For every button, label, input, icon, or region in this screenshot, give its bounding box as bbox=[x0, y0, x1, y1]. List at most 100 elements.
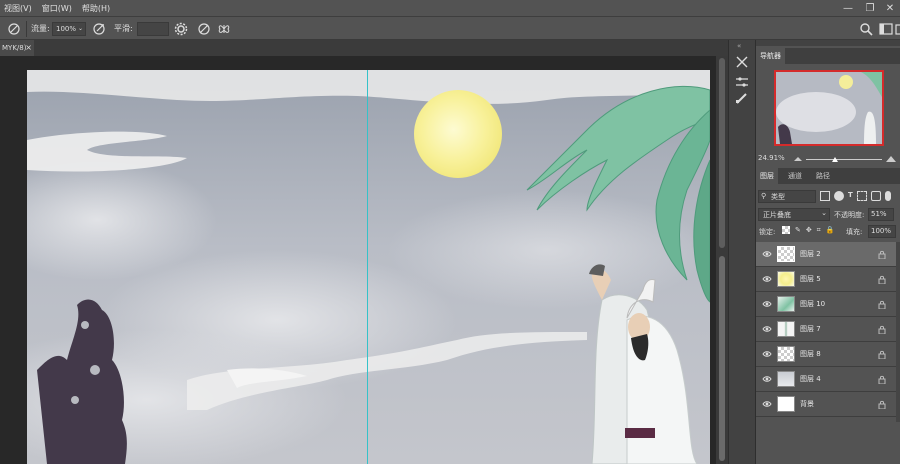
type-filter-icon[interactable]: T bbox=[848, 191, 853, 201]
layer-name[interactable]: 图层 5 bbox=[800, 267, 821, 292]
zoom-value[interactable]: 24.91% bbox=[758, 154, 785, 162]
layer-name[interactable]: 背景 bbox=[800, 392, 814, 417]
visibility-eye-icon[interactable] bbox=[762, 274, 772, 284]
brush-settings-icon[interactable] bbox=[734, 90, 750, 106]
share-icon[interactable] bbox=[894, 21, 900, 37]
airbrush-icon[interactable] bbox=[91, 21, 107, 37]
blend-mode-value: 正片叠底 bbox=[763, 211, 791, 219]
brush-pressure-icon[interactable] bbox=[6, 21, 22, 37]
navigator-tool-icon[interactable] bbox=[734, 54, 750, 70]
layer-row[interactable]: 图层 8 bbox=[756, 342, 896, 367]
search-icon[interactable] bbox=[858, 21, 874, 37]
lock-all-icon[interactable]: 🔒 bbox=[826, 226, 835, 235]
layer-thumbnail[interactable] bbox=[777, 346, 795, 362]
layers-scrollbar[interactable] bbox=[896, 242, 900, 422]
layers-header: 图层 通道 路径 bbox=[756, 168, 900, 184]
fill-input[interactable]: 100% bbox=[868, 225, 896, 238]
layer-row[interactable]: 图层 2 bbox=[756, 242, 896, 267]
smart-object-filter-icon[interactable] bbox=[870, 191, 881, 201]
layer-filter-value: 类型 bbox=[771, 193, 785, 201]
smooth-input[interactable] bbox=[137, 22, 169, 36]
layer-thumbnail[interactable] bbox=[777, 296, 795, 312]
filter-toggle-icon[interactable] bbox=[884, 191, 891, 201]
divider bbox=[26, 21, 27, 37]
blend-mode-select[interactable]: 正片叠底 ⌄ bbox=[758, 208, 830, 221]
opacity-input[interactable]: 51% bbox=[868, 208, 894, 221]
menu-view[interactable]: 视图(V) bbox=[4, 3, 32, 14]
visibility-eye-icon[interactable] bbox=[762, 374, 772, 384]
tab-channels[interactable]: 通道 bbox=[784, 168, 806, 184]
adjustment-filter-icon[interactable] bbox=[834, 191, 844, 201]
layers-list: 图层 2 图层 5 图层 10 图层 7 图层 8 图层 4 背景 bbox=[756, 242, 896, 422]
panel-grip bbox=[756, 40, 900, 46]
lock-icon bbox=[878, 375, 886, 384]
collapse-icon[interactable]: « bbox=[737, 42, 741, 50]
lock-icon bbox=[878, 400, 886, 409]
guide-line[interactable] bbox=[367, 70, 368, 464]
layer-thumbnail[interactable] bbox=[777, 271, 795, 287]
chevron-down-icon: ⌄ bbox=[821, 209, 827, 217]
gear-icon[interactable] bbox=[173, 21, 189, 37]
minimize-button[interactable]: — bbox=[836, 0, 860, 16]
tab-paths[interactable]: 路径 bbox=[812, 168, 834, 184]
scroll-track-upper[interactable] bbox=[719, 58, 725, 248]
layer-row[interactable]: 图层 4 bbox=[756, 367, 896, 392]
visibility-eye-icon[interactable] bbox=[762, 324, 772, 334]
layer-name[interactable]: 图层 4 bbox=[800, 367, 821, 392]
layer-row[interactable]: 图层 5 bbox=[756, 267, 896, 292]
visibility-eye-icon[interactable] bbox=[762, 249, 772, 259]
layer-thumbnail[interactable] bbox=[777, 396, 795, 412]
right-panel: 导航器 24.91% 图层 通道 路径 ⚲ 类型 T 正片叠底 ⌄ 不透明度: … bbox=[755, 40, 900, 464]
shape-filter-icon[interactable] bbox=[856, 191, 867, 201]
tab-layers[interactable]: 图层 bbox=[756, 168, 778, 184]
navigator-thumbnail[interactable] bbox=[774, 70, 884, 146]
symmetry-butterfly-icon[interactable] bbox=[216, 21, 232, 37]
visibility-eye-icon[interactable] bbox=[762, 299, 772, 309]
layer-name[interactable]: 图层 7 bbox=[800, 317, 821, 342]
close-tab-icon[interactable]: × bbox=[25, 40, 32, 56]
document-tab-label: MYK/8) bbox=[2, 44, 27, 52]
document-tab[interactable]: MYK/8) × bbox=[0, 40, 34, 56]
visibility-eye-icon[interactable] bbox=[762, 399, 772, 409]
scroll-thumb[interactable] bbox=[719, 256, 725, 461]
lock-transparent-icon[interactable] bbox=[782, 226, 790, 234]
vertical-scrollbar[interactable] bbox=[716, 56, 728, 464]
navigator-header: 导航器 bbox=[756, 48, 900, 64]
fill-label: 填充: bbox=[846, 228, 863, 236]
layer-thumbnail[interactable] bbox=[777, 321, 795, 337]
lock-label: 锁定: bbox=[759, 228, 776, 236]
flow-value: 100% bbox=[56, 25, 77, 33]
layer-name[interactable]: 图层 2 bbox=[800, 242, 821, 267]
navigator-preview bbox=[776, 72, 882, 144]
close-window-button[interactable]: ✕ bbox=[878, 0, 900, 16]
layer-row[interactable]: 图层 7 bbox=[756, 317, 896, 342]
layer-name[interactable]: 图层 8 bbox=[800, 342, 821, 367]
menu-window[interactable]: 窗口(W) bbox=[42, 3, 72, 14]
layer-thumbnail[interactable] bbox=[777, 371, 795, 387]
adjustments-icon[interactable] bbox=[734, 74, 750, 90]
visibility-eye-icon[interactable] bbox=[762, 349, 772, 359]
lock-image-icon[interactable]: ✎ bbox=[795, 226, 801, 235]
layer-row[interactable]: 背景 bbox=[756, 392, 896, 417]
tab-navigator[interactable]: 导航器 bbox=[756, 48, 785, 64]
lock-position-icon[interactable]: ✥ bbox=[806, 226, 812, 235]
document-canvas[interactable] bbox=[27, 70, 710, 464]
flow-label: 流量: bbox=[31, 24, 50, 33]
layer-name[interactable]: 图层 10 bbox=[800, 292, 825, 317]
menu-help[interactable]: 帮助(H) bbox=[82, 3, 110, 14]
search-icon: ⚲ bbox=[761, 192, 767, 200]
layer-row[interactable]: 图层 10 bbox=[756, 292, 896, 317]
zoom-slider[interactable] bbox=[792, 152, 900, 164]
layer-thumbnail[interactable] bbox=[777, 246, 795, 262]
smooth-label: 平滑: bbox=[114, 24, 133, 33]
lock-artboard-icon[interactable]: ⌗ bbox=[817, 226, 821, 235]
pixel-filter-icon[interactable] bbox=[820, 191, 830, 201]
opacity-label: 不透明度: bbox=[834, 211, 865, 219]
workspace-icon[interactable] bbox=[878, 21, 894, 37]
layer-filter-icons: T bbox=[820, 191, 891, 201]
pressure-size-icon[interactable] bbox=[196, 21, 212, 37]
menu-bar: 视图(V) 窗口(W) 帮助(H) bbox=[0, 0, 900, 16]
flow-input[interactable]: 100% ⌄ bbox=[52, 22, 86, 36]
lock-icon bbox=[878, 350, 886, 359]
layer-filter-select[interactable]: ⚲ 类型 bbox=[758, 190, 816, 203]
